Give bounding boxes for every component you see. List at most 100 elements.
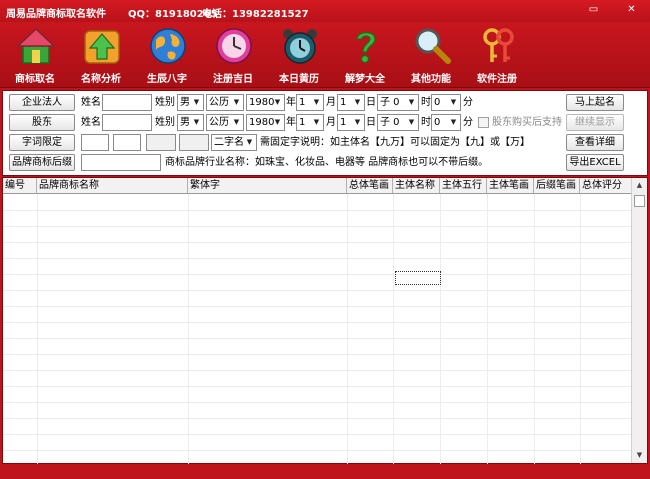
chevron-down-icon: ▼ [233,98,240,106]
chevron-down-icon: ▼ [193,98,200,106]
hour-value: 子 0 [380,97,400,108]
toolbar-label: 商标取名 [15,74,55,85]
hour-unit-label: 时 [421,117,431,128]
hour-select[interactable]: 子 0 ▼ [377,114,419,131]
chevron-down-icon: ▼ [246,138,253,146]
month-value: 1 [299,117,306,128]
hour-value: 子 0 [380,117,400,128]
status-bar [0,465,650,479]
minute-value: 0 [434,97,441,108]
export-excel-button[interactable]: 导出EXCEL [566,154,624,171]
chevron-down-icon: ▼ [193,118,200,126]
shareholder-support-checkbox[interactable] [478,117,489,128]
main-toolbar: 商标取名 名称分析 生辰八字 注册吉日 本日黄历 解梦大全 其他功能 软件注册 [0,22,650,88]
legal-person-name-input[interactable] [102,94,152,111]
shareholder-name-input[interactable] [102,114,152,131]
day-select[interactable]: 1 ▼ [337,94,365,111]
toolbar-label: 本日黄历 [279,74,319,85]
word-count-value: 二字名 [214,137,244,148]
brand-suffix-input[interactable] [81,154,161,171]
toolbar-item-other-functions[interactable]: 其他功能 [400,24,462,86]
shareholder-button[interactable]: 股东 [9,114,75,131]
column-header-suffix-strokes[interactable]: 后缀笔画 [534,178,580,193]
column-header-main-name[interactable]: 主体名称 [393,178,440,193]
hour-unit-label: 时 [421,97,431,108]
toolbar-item-birth-chart[interactable]: 生辰八字 [136,24,198,86]
toolbar-item-dream-interpretation[interactable]: 解梦大全 [334,24,396,86]
month-select[interactable]: 1 ▼ [296,114,324,131]
day-unit-label: 日 [366,97,376,108]
calendar-select[interactable]: 公历 ▼ [206,94,244,111]
generate-name-button[interactable]: 马上起名 [566,94,624,111]
scroll-down-icon[interactable]: ▼ [632,448,647,463]
toolbar-item-registration-date[interactable]: 注册吉日 [202,24,264,86]
minute-unit-label: 分 [463,97,473,108]
globe-icon [150,28,186,64]
month-select[interactable]: 1 ▼ [296,94,324,111]
vertical-scrollbar[interactable]: ▲ ▼ [631,178,647,463]
chevron-down-icon: ▼ [354,118,361,126]
table-header: 编号 品牌商标名称 繁体字 总体笔画 主体名称 主体五行 主体笔画 后缀笔画 总… [3,178,633,194]
minute-select[interactable]: 0 ▼ [431,114,461,131]
day-value: 1 [340,97,347,108]
continue-display-button[interactable]: 继续显示 [566,114,624,131]
word-limit-button[interactable]: 字词限定 [9,134,75,151]
view-details-button[interactable]: 查看详细 [566,134,624,151]
magnifier-icon [415,28,451,64]
month-unit-label: 月 [326,117,336,128]
chevron-down-icon: ▼ [313,118,320,126]
title-bar: 周易品牌商标取名软件 QQ：819180265 电话：13982281527 ▭… [0,0,650,22]
toolbar-item-software-registration[interactable]: 软件注册 [466,24,528,86]
toolbar-item-daily-almanac[interactable]: 本日黄历 [268,24,330,86]
fixed-char-input-2[interactable] [113,134,141,151]
minute-unit-label: 分 [463,117,473,128]
scroll-thumb[interactable] [634,195,645,207]
column-header-brand-name[interactable]: 品牌商标名称 [37,178,188,193]
toolbar-label: 其他功能 [411,74,451,85]
column-header-main-strokes[interactable]: 主体笔画 [487,178,534,193]
fixed-char-input-4[interactable] [179,134,209,151]
month-unit-label: 月 [326,97,336,108]
scroll-up-icon[interactable]: ▲ [632,178,647,193]
gender-select[interactable]: 男 ▼ [177,114,204,131]
minute-select[interactable]: 0 ▼ [431,94,461,111]
toolbar-label: 名称分析 [81,74,121,85]
column-header-total-strokes[interactable]: 总体笔画 [347,178,393,193]
chevron-down-icon: ▼ [313,98,320,106]
gender-select[interactable]: 男 ▼ [177,94,204,111]
day-select[interactable]: 1 ▼ [337,114,365,131]
column-header-id[interactable]: 编号 [3,178,37,193]
arrow-up-icon [84,30,120,64]
close-button[interactable]: ✕ [624,3,639,16]
app-title: 周易品牌商标取名软件 [6,9,106,20]
word-count-select[interactable]: 二字名 ▼ [211,134,257,151]
fixed-char-note: 需固定字说明：如主体名【九万】可以固定为【九】或【万】 [260,137,530,148]
results-table: 编号 品牌商标名称 繁体字 总体笔画 主体名称 主体五行 主体笔画 后缀笔画 总… [2,177,648,464]
calendar-value: 公历 [209,97,229,108]
shareholder-support-label: 股东购买后支持 [492,117,562,128]
column-header-traditional[interactable]: 繁体字 [188,178,347,193]
column-header-main-five-elements[interactable]: 主体五行 [440,178,487,193]
minimize-button[interactable]: ▭ [586,3,601,16]
toolbar-label: 解梦大全 [345,74,385,85]
toolbar-item-trademark-naming[interactable]: 商标取名 [4,24,66,86]
hour-select[interactable]: 子 0 ▼ [377,94,419,111]
year-select[interactable]: 1980 ▼ [246,94,285,111]
focused-cell[interactable] [395,271,441,285]
legal-person-button[interactable]: 企业法人 [9,94,75,111]
minute-value: 0 [434,117,441,128]
column-header-total-score[interactable]: 总体评分 [580,178,633,193]
year-select[interactable]: 1980 ▼ [246,114,285,131]
calendar-select[interactable]: 公历 ▼ [206,114,244,131]
brand-suffix-button[interactable]: 品牌商标后缀 [9,154,75,171]
name-label: 姓名 [81,117,101,128]
gender-label: 姓别 [155,97,175,108]
fixed-char-input-3[interactable] [146,134,176,151]
fixed-char-input-1[interactable] [81,134,109,151]
house-icon [16,27,56,64]
chevron-down-icon: ▼ [408,98,415,106]
toolbar-label: 软件注册 [477,74,517,85]
phone-contact: 电话：13982281527 [202,9,309,20]
chevron-down-icon: ▼ [233,118,240,126]
toolbar-item-name-analysis[interactable]: 名称分析 [70,24,132,86]
